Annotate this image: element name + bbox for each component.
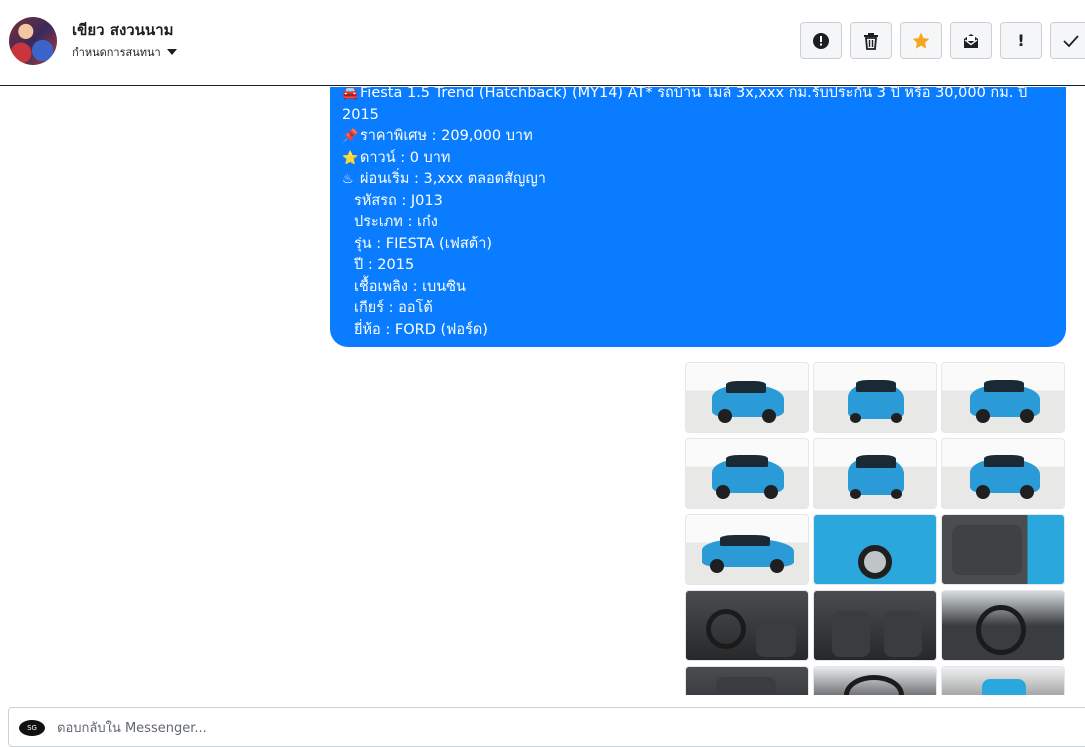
star-button[interactable] <box>900 22 942 59</box>
car-photo[interactable] <box>941 514 1065 585</box>
follow-up-button[interactable]: ! <box>1000 22 1042 59</box>
detail-line: รหัสรถ : J013 <box>354 192 443 209</box>
spam-button[interactable] <box>800 22 842 59</box>
star-icon <box>912 32 930 49</box>
pin-emoji-icon: 📌 <box>342 129 359 144</box>
car-photo[interactable] <box>941 362 1065 433</box>
reply-composer: SG <box>8 707 1085 747</box>
car-photo[interactable] <box>685 438 809 509</box>
price-text: ราคาพิเศษ : 209,000 บาท <box>360 128 533 144</box>
car-photo[interactable] <box>813 362 937 433</box>
delete-button[interactable] <box>850 22 892 59</box>
mark-unread-icon <box>964 33 978 48</box>
assign-label: กำหนดการสนทนา <box>72 46 161 59</box>
photo-grid <box>685 362 1065 695</box>
message-bubble[interactable]: 🚘 Fiesta 1.5 Trend (Hatchback) (MY14) AT*… <box>330 87 1066 347</box>
detail-line: ปี : 2015 <box>354 257 415 273</box>
car-photo[interactable] <box>813 514 937 585</box>
caret-down-icon <box>166 49 177 55</box>
detail-line: รุ่น : FIESTA (เฟสต้า) <box>354 235 492 252</box>
message-thread[interactable]: 🚘 Fiesta 1.5 Trend (Hatchback) (MY14) AT*… <box>0 87 1085 695</box>
down-payment-line: ⭐ ดาวน์ : 0 บาท <box>342 148 1052 170</box>
message-title-line: 🚘 Fiesta 1.5 Trend (Hatchback) (MY14) AT*… <box>342 87 1052 126</box>
car-emoji-icon: 🚘 <box>342 87 359 101</box>
detail-line: ยี่ห้อ : FORD (ฟอร์ด) <box>354 321 488 338</box>
check-icon <box>1063 34 1079 47</box>
car-photo[interactable] <box>685 590 809 661</box>
conversation-header: เขียว สงวนนาม กำหนดการสนทนา ! <box>0 0 1085 86</box>
down-payment-text: ดาวน์ : 0 บาท <box>360 149 451 166</box>
car-photo[interactable] <box>685 514 809 585</box>
car-photo[interactable] <box>685 666 809 695</box>
mark-done-button[interactable] <box>1050 22 1085 59</box>
detail-line: เชื้อเพลิง : เบนซิน <box>354 278 466 295</box>
car-photo[interactable] <box>941 590 1065 661</box>
installment-text: ผ่อนเริ่ม : 3,xxx ตลอดสัญญา <box>360 171 546 187</box>
detail-line: ประเภท : เก๋ง <box>354 214 438 230</box>
installment-line: ♨ ผ่อนเริ่ม : 3,xxx ตลอดสัญญา <box>342 169 1052 191</box>
page-logo-icon: SG <box>19 720 45 736</box>
mark-unread-button[interactable] <box>950 22 992 59</box>
contact-name[interactable]: เขียว สงวนนาม <box>72 18 174 42</box>
hot-springs-emoji-icon: ♨ <box>342 172 354 187</box>
header-actions: ! <box>800 22 1085 59</box>
car-photo[interactable] <box>813 666 937 695</box>
detail-line: เกียร์ : ออโต้ <box>354 300 433 316</box>
contact-avatar[interactable] <box>9 17 57 65</box>
price-line: 📌 ราคาพิเศษ : 209,000 บาท <box>342 126 1052 148</box>
exclamation-icon: ! <box>1017 31 1025 50</box>
car-photo[interactable] <box>813 438 937 509</box>
car-photo[interactable] <box>685 362 809 433</box>
star-emoji-icon: ⭐ <box>342 150 359 166</box>
assign-conversation-dropdown[interactable]: กำหนดการสนทนา <box>72 43 177 61</box>
trash-icon <box>864 32 878 50</box>
car-photo[interactable] <box>941 438 1065 509</box>
car-photo[interactable] <box>813 590 937 661</box>
message-title: Fiesta 1.5 Trend (Hatchback) (MY14) AT* … <box>342 87 1028 123</box>
alert-circle-icon <box>813 32 829 49</box>
car-photo[interactable] <box>941 666 1065 695</box>
